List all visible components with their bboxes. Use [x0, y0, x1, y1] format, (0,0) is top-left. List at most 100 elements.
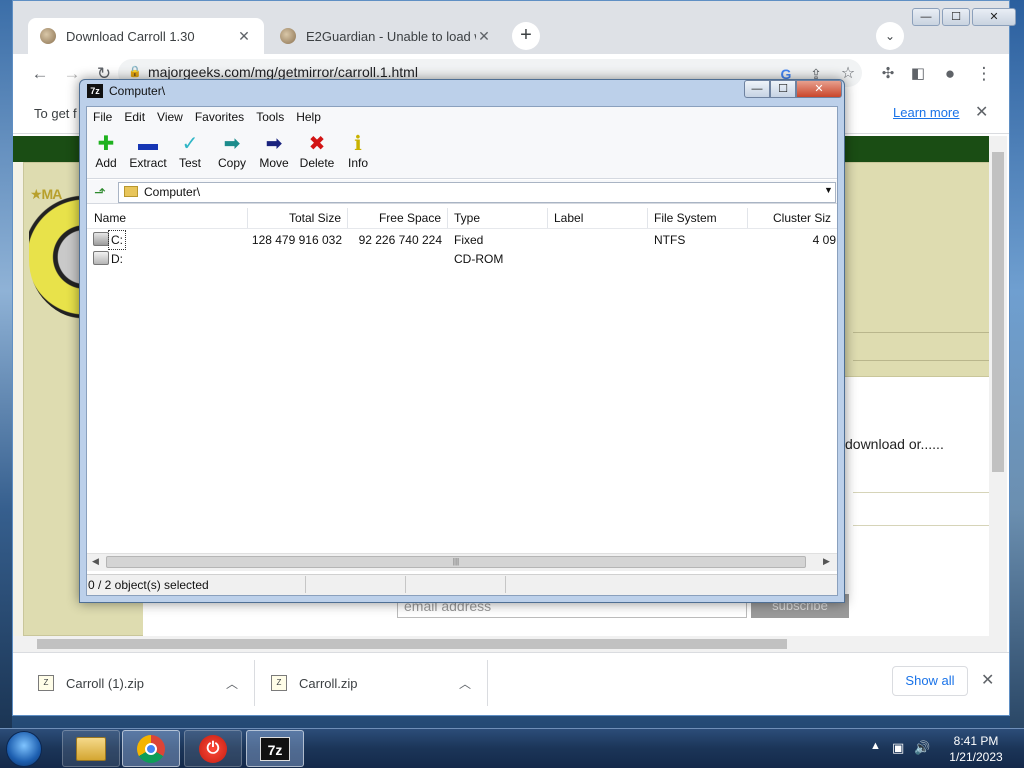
maximize-button[interactable]: ☐ [770, 80, 796, 98]
sevenzip-menubar: File Edit View Favorites Tools Help [87, 107, 837, 127]
column-header-label[interactable]: Label [548, 208, 648, 228]
close-button[interactable]: ✕ [796, 80, 842, 98]
drive-cluster-size: 4 09 [812, 233, 836, 247]
clock-time: 8:41 PM [953, 734, 999, 748]
sevenzip-address-text[interactable]: Computer\ [144, 185, 200, 199]
profile-avatar-icon[interactable]: ● [938, 62, 962, 86]
start-button-icon[interactable] [6, 731, 42, 767]
folder-icon [124, 186, 138, 197]
delete-icon: ✖ [308, 133, 326, 155]
power-icon: ⏻ [199, 734, 227, 763]
sevenzip-app-icon: 7z [87, 84, 103, 98]
menu-tools[interactable]: Tools [256, 110, 284, 124]
sevenzip-address-input[interactable] [118, 182, 836, 203]
tab-e2guardian[interactable]: E2Guardian - Unable to load web ✕ [268, 18, 504, 54]
back-icon[interactable]: ← [28, 62, 52, 86]
move-label: Move [259, 156, 289, 170]
scroll-left-icon[interactable]: ◀ [92, 556, 99, 567]
drive-name[interactable]: C: [108, 230, 126, 250]
file-explorer-icon [76, 736, 106, 761]
chrome-icon [137, 734, 165, 763]
drive-type: CD-ROM [454, 252, 504, 266]
drive-free-space: 92 226 740 224 [358, 233, 442, 247]
status-selection-text: 0 / 2 object(s) selected [88, 578, 209, 592]
test-icon: ✓ [181, 133, 199, 155]
close-button[interactable]: ✕ [972, 8, 1016, 26]
info-icon: ℹ [354, 133, 362, 155]
column-header-free-space[interactable]: Free Space [348, 208, 448, 228]
page-horizontal-scroll-thumb[interactable] [37, 639, 787, 649]
infobar-text: To get f [34, 106, 77, 121]
show-all-button[interactable]: Show all [892, 666, 968, 696]
test-button[interactable]: ✓ Test [168, 132, 212, 170]
tab-close-icon[interactable]: ✕ [476, 28, 492, 45]
infobar-close-icon[interactable]: ✕ [975, 102, 988, 122]
sevenzip-taskbar-icon: 7z [260, 736, 290, 761]
drive-free-space [348, 250, 442, 268]
delete-button[interactable]: ✖ Delete [295, 132, 339, 170]
extensions-icon[interactable]: ✣ [876, 62, 900, 86]
tab-search-button[interactable]: ⌄ [876, 22, 904, 50]
page-vertical-scroll-thumb[interactable] [992, 152, 1004, 472]
taskbar-explorer[interactable] [62, 730, 120, 767]
download-item[interactable]: Z Carroll.zip ︿ [271, 668, 471, 698]
new-tab-button[interactable]: + [512, 22, 540, 50]
column-header-total-size[interactable]: Total Size [248, 208, 348, 228]
chevron-up-icon[interactable]: ︿ [459, 675, 471, 692]
taskbar-power[interactable]: ⏻ [184, 730, 242, 767]
menu-view[interactable]: View [157, 110, 183, 124]
chevron-up-icon[interactable]: ︿ [226, 675, 238, 692]
copy-button[interactable]: ➡ Copy [210, 132, 254, 170]
menu-help[interactable]: Help [296, 110, 321, 124]
download-text: download or...... [845, 436, 944, 452]
sevenzip-window-controls: — ☐ ✕ [744, 80, 842, 98]
chrome-menu-icon[interactable]: ⋮ [972, 62, 996, 86]
menu-favorites[interactable]: Favorites [195, 110, 244, 124]
network-icon[interactable]: ▣ [892, 740, 904, 756]
shelf-close-icon[interactable]: ✕ [981, 670, 994, 690]
logo-text: ★MA [30, 186, 62, 202]
maximize-button[interactable]: ☐ [942, 8, 970, 26]
volume-icon[interactable]: 🔊 [914, 740, 930, 756]
drive-type: Fixed [454, 233, 484, 247]
info-label: Info [347, 156, 368, 170]
learn-more-link[interactable]: Learn more [893, 105, 959, 120]
tab-title: Download Carroll 1.30 [66, 28, 195, 44]
clock-date: 1/21/2023 [949, 750, 1003, 764]
zip-file-icon: Z [38, 675, 54, 691]
taskbar-chrome[interactable] [122, 730, 180, 767]
desktop-background-left [0, 0, 12, 728]
chevron-down-icon[interactable]: ▼ [824, 185, 833, 195]
extract-label: Extract [129, 156, 167, 170]
extract-button[interactable]: ▬ Extract [126, 132, 170, 170]
side-panel-icon[interactable]: ◧ [906, 62, 930, 86]
sevenzip-scroll-thumb[interactable]: ||| [106, 556, 806, 568]
column-header-name[interactable]: Name [88, 208, 248, 228]
add-button[interactable]: ✚ Add [84, 132, 128, 170]
drive-name[interactable]: D: [111, 250, 123, 268]
copy-label: Copy [217, 156, 246, 170]
column-header-file-system[interactable]: File System [648, 208, 748, 228]
majorgeeks-favicon-icon [280, 28, 296, 44]
extract-icon: ▬ [138, 133, 158, 155]
taskbar-7zip[interactable]: 7z [246, 730, 304, 767]
move-button[interactable]: ➡ Move [252, 132, 296, 170]
minimize-button[interactable]: — [912, 8, 940, 26]
info-button[interactable]: ℹ Info [336, 132, 380, 170]
url-text[interactable]: majorgeeks.com/mg/getmirror/carroll.1.ht… [148, 64, 418, 80]
tab-close-icon[interactable]: ✕ [236, 28, 252, 45]
column-header-cluster-size[interactable]: Cluster Siz [748, 208, 837, 228]
menu-edit[interactable]: Edit [124, 110, 145, 124]
scroll-right-icon[interactable]: ▶ [823, 556, 830, 567]
tab-download-carroll[interactable]: Download Carroll 1.30 ✕ [28, 18, 264, 54]
system-clock[interactable]: 8:41 PM 1/21/2023 [946, 733, 1006, 765]
column-header-type[interactable]: Type [448, 208, 548, 228]
move-icon: ➡ [265, 133, 283, 155]
menu-file[interactable]: File [93, 110, 112, 124]
show-hidden-icons-icon[interactable]: ▲ [870, 740, 881, 752]
minimize-button[interactable]: — [744, 80, 770, 98]
folder-up-icon[interactable]: ⬏ [90, 183, 110, 201]
drive-file-system: NTFS [654, 233, 686, 247]
sevenzip-titlebar[interactable]: 7z Computer\ [87, 84, 165, 98]
download-item[interactable]: Z Carroll (1).zip ︿ [38, 668, 238, 698]
